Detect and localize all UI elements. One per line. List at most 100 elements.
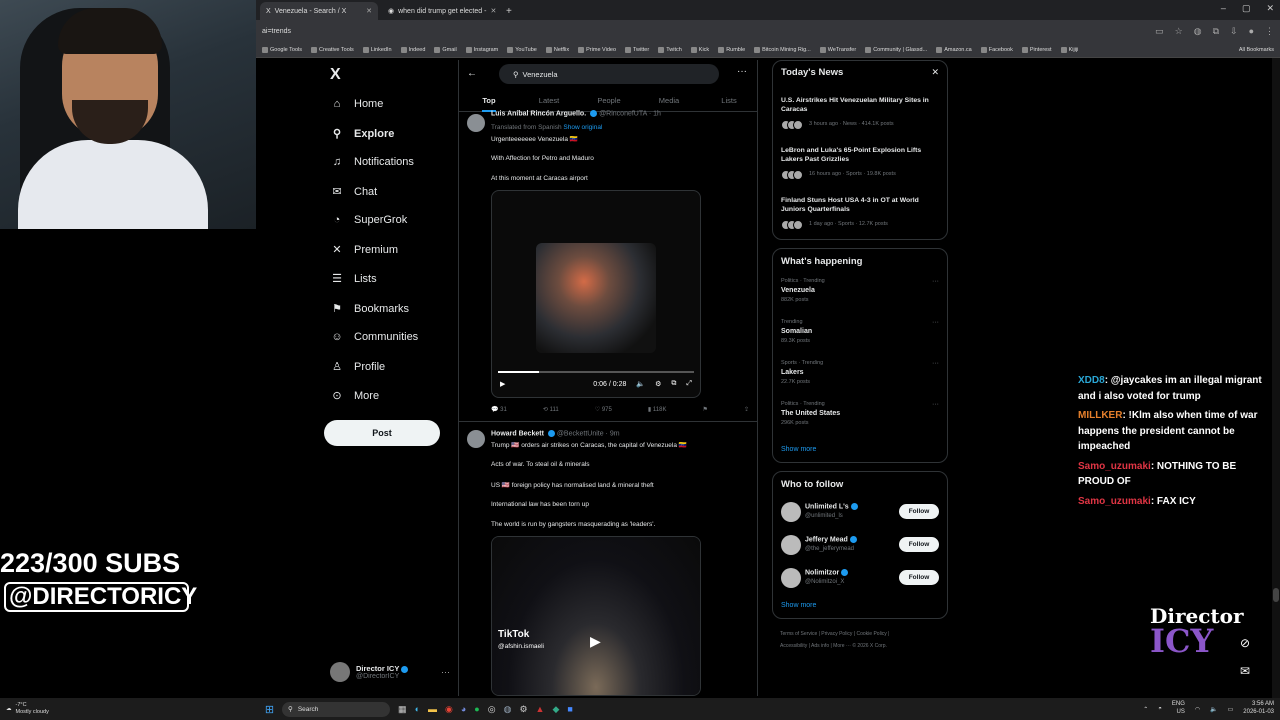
bookmark-item[interactable]: LinkedIn <box>362 46 392 53</box>
taskbar-search[interactable]: ⚲ Search <box>282 701 391 717</box>
task-view-icon[interactable]: ▦ <box>398 704 407 715</box>
tweet[interactable]: Luis Aníbal Rincón Arguello. @RinconefUT… <box>459 110 757 422</box>
bookmark-item[interactable]: Rumble <box>718 46 745 53</box>
bookmark-icon[interactable]: ⚑ <box>703 406 708 413</box>
volume-icon[interactable]: 🔈 <box>636 380 645 388</box>
bookmark-item[interactable]: Prime Video <box>578 46 616 53</box>
bookmark-item[interactable]: Instagram <box>465 46 498 53</box>
share-icon[interactable]: ⇪ <box>744 406 749 413</box>
bookmark-item[interactable]: Pinterest <box>1021 46 1052 53</box>
language-indicator[interactable]: ENG US <box>1172 701 1185 717</box>
more-icon[interactable]: ··· <box>932 360 939 367</box>
tab-top[interactable]: Top <box>459 88 519 112</box>
close-window-icon[interactable]: ✕ <box>1266 3 1274 14</box>
bookmark-item[interactable]: Indeed <box>400 46 425 53</box>
bookmark-item[interactable]: Community | Glassd... <box>865 46 927 53</box>
tab-media[interactable]: Media <box>639 88 699 111</box>
more-icon[interactable]: ··· <box>932 401 939 408</box>
sidebar-item-profile[interactable]: ♙ Profile <box>330 360 385 374</box>
chrome-icon[interactable]: ◉ <box>445 704 453 715</box>
follow-button[interactable]: Follow <box>899 570 939 585</box>
fullscreen-icon[interactable]: ⤢ <box>686 380 692 388</box>
follow-suggestion-name[interactable]: Unlimited L's <box>805 503 858 510</box>
scrollbar-thumb[interactable] <box>1273 588 1279 602</box>
follow-button[interactable]: Follow <box>899 504 939 519</box>
chevron-up-icon[interactable]: ⌃ <box>1143 706 1148 713</box>
volume-icon[interactable]: 🔈 <box>1210 706 1217 713</box>
address-bar[interactable]: ai=trends ▭ ☆ ◍ ⧉ ⇩ ● ⋮ <box>256 20 1280 42</box>
tab-lists[interactable]: Lists <box>699 88 757 111</box>
sidebar-item-premium[interactable]: ✕ Premium <box>330 243 398 257</box>
close-tab-icon[interactable]: ✕ <box>366 7 372 15</box>
page-scrollbar[interactable] <box>1272 58 1280 698</box>
trend-name[interactable]: Lakers <box>781 369 804 376</box>
cast-icon[interactable]: ▭ <box>1155 26 1164 37</box>
browser-tab-google[interactable]: ◉ when did trump get elected - ✕ <box>382 2 500 20</box>
wifi-icon[interactable]: ◠ <box>1195 706 1200 713</box>
bookmark-item[interactable]: Twitch <box>658 46 682 53</box>
trend-name[interactable]: Venezuela <box>781 287 815 294</box>
x-logo-icon[interactable]: X <box>330 66 341 84</box>
tab-latest[interactable]: Latest <box>519 88 579 111</box>
app-icon[interactable]: ◆ <box>552 704 559 715</box>
bookmark-item[interactable]: YouTube <box>507 46 537 53</box>
all-bookmarks[interactable]: All Bookmarks <box>1239 47 1274 53</box>
bookmark-item[interactable]: Facebook <box>980 46 1013 53</box>
play-icon[interactable]: ▶ <box>590 633 601 650</box>
network-icon[interactable]: ◓ <box>1158 706 1162 712</box>
show-original-link[interactable]: Show original <box>563 124 602 131</box>
bookmark-item[interactable]: Kijiji <box>1060 46 1078 53</box>
show-more-link[interactable]: Show more <box>781 446 816 453</box>
views-button[interactable]: ▮ 118K <box>648 406 667 413</box>
trend-name[interactable]: Somalian <box>781 328 812 335</box>
news-headline[interactable]: U.S. Airstrikes Hit Venezuelan Military … <box>781 97 943 115</box>
menu-icon[interactable]: ⋮ <box>1265 26 1274 37</box>
battery-icon[interactable]: ▭ <box>1228 706 1234 713</box>
bookmark-item[interactable]: Gmail <box>434 46 457 53</box>
sidebar-item-more[interactable]: ⊙ More <box>330 389 379 403</box>
settings-icon[interactable]: ⚙ <box>519 704 527 715</box>
minimize-icon[interactable]: – <box>1221 3 1226 14</box>
maximize-icon[interactable]: ▢ <box>1242 3 1251 14</box>
reply-button[interactable]: 💬 31 <box>491 406 507 413</box>
sidebar-item-communities[interactable]: ☺ Communities <box>330 331 418 343</box>
more-options-icon[interactable]: ··· <box>737 66 747 77</box>
file-explorer-icon[interactable]: ▬ <box>428 704 437 715</box>
bookmark-item[interactable]: Twitter <box>625 46 649 53</box>
new-tab-button[interactable]: + <box>500 2 518 20</box>
edge-icon[interactable]: ◐ <box>415 704 420 715</box>
video-player[interactable]: TikTok @afshin.ismaeli ▶ <box>491 536 701 696</box>
sidebar-item-home[interactable]: ⌂ Home <box>330 98 384 110</box>
bookmark-item[interactable]: Creative Tools <box>311 46 354 53</box>
play-icon[interactable]: ▶ <box>500 380 505 388</box>
bookmark-item[interactable]: Bitcoin Mining Rig... <box>754 46 811 53</box>
profile-avatar-icon[interactable]: ● <box>1249 26 1254 37</box>
download-icon[interactable]: ⇩ <box>1230 26 1238 37</box>
discord-icon[interactable]: ◕ <box>461 704 466 715</box>
tab-people[interactable]: People <box>579 88 639 111</box>
bookmark-item[interactable]: WeTransfer <box>819 46 856 53</box>
extensions-icon[interactable]: ⧉ <box>1213 26 1219 37</box>
post-button[interactable]: Post <box>324 420 440 446</box>
footer-line[interactable]: Terms of Service | Privacy Policy | Cook… <box>780 628 950 640</box>
follow-button[interactable]: Follow <box>899 537 939 552</box>
close-icon[interactable]: ✕ <box>931 67 939 78</box>
more-icon[interactable]: ··· <box>932 278 939 285</box>
repost-button[interactable]: ⟲ 111 <box>543 406 559 413</box>
bookmark-item[interactable]: Kick <box>690 46 709 53</box>
more-icon[interactable]: ··· <box>932 319 939 326</box>
back-arrow-icon[interactable]: ← <box>467 68 477 79</box>
follow-suggestion-name[interactable]: Nolimitzor <box>805 569 849 576</box>
news-headline[interactable]: LeBron and Luka's 65-Point Explosion Lif… <box>781 147 943 165</box>
settings-icon[interactable]: ⚙ <box>655 380 661 388</box>
bookmark-item[interactable]: Amazon.ca <box>936 46 972 53</box>
extension-icon[interactable]: ◍ <box>1194 26 1202 37</box>
close-tab-icon[interactable]: ✕ <box>490 7 496 15</box>
bookmark-item[interactable]: Netflix <box>545 46 569 53</box>
sidebar-item-supergrok[interactable]: ◔ SuperGrok <box>330 214 408 226</box>
spotify-icon[interactable]: ● <box>474 704 479 715</box>
browser-tab-x[interactable]: X Venezuela - Search / X ✕ <box>260 2 378 20</box>
footer-line[interactable]: Accessibility | Ads info | More ··· © 20… <box>780 640 950 652</box>
weather-widget[interactable]: ☁ -7°C Mostly cloudy <box>6 702 49 715</box>
follow-suggestion-name[interactable]: Jeffery Mead <box>805 536 857 543</box>
